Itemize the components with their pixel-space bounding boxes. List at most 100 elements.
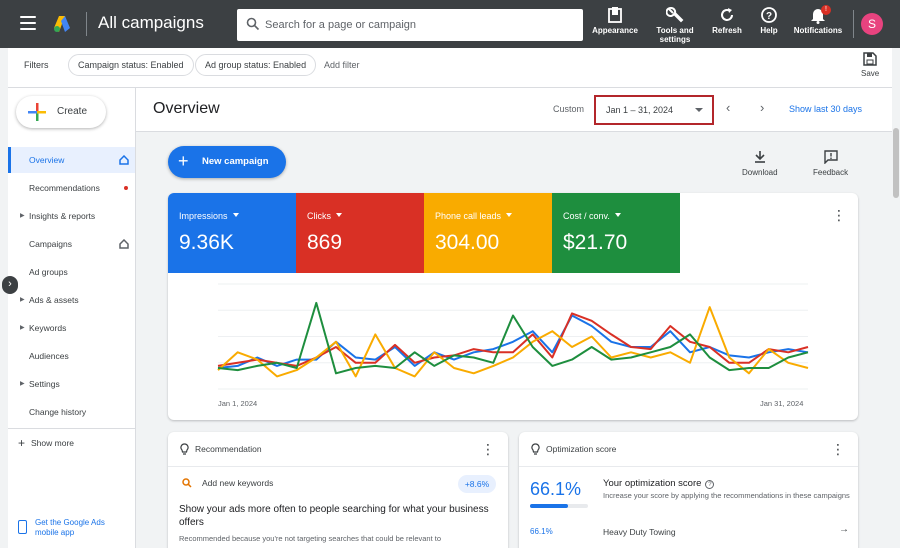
search-icon xyxy=(182,478,192,488)
add-filter-link[interactable]: Add filter xyxy=(324,60,360,70)
sidebar-item-label: Keywords xyxy=(29,323,67,333)
sidebar-item-label: Recommendations xyxy=(29,183,100,193)
appearance-button[interactable]: Appearance xyxy=(591,6,639,35)
show-more-button[interactable]: + Show more xyxy=(18,436,74,450)
help-label: Help xyxy=(760,26,778,35)
sidebar-item-label: Insights & reports xyxy=(29,211,96,221)
optimization-score-fill xyxy=(530,504,569,508)
phone-icon xyxy=(18,520,27,534)
save-button[interactable]: Save xyxy=(861,52,879,78)
collapse-sidebar-button[interactable]: › xyxy=(2,276,18,294)
notification-badge: ! xyxy=(821,5,831,15)
metric-name: Clicks xyxy=(307,211,342,221)
x-axis-start-label: Jan 1, 2024 xyxy=(218,399,258,408)
toolbar-divider xyxy=(853,10,854,38)
date-range-value: Jan 1 – 31, 2024 xyxy=(606,105,674,115)
refresh-icon xyxy=(721,8,733,21)
optimization-score-value: 66.1% xyxy=(530,479,582,499)
plus-icon: + xyxy=(18,436,26,450)
date-range-select[interactable]: Jan 1 – 31, 2024 xyxy=(594,95,714,125)
filter-bar: Filters Campaign status: Enabled Ad grou… xyxy=(8,48,892,88)
search-box[interactable] xyxy=(237,9,583,41)
notifications-button[interactable]: Notifications xyxy=(790,6,846,35)
menu-icon[interactable] xyxy=(20,16,36,30)
sidebar-item-keywords[interactable]: ▶ Keywords xyxy=(8,315,135,341)
overview-title: Overview xyxy=(153,100,220,117)
recommendation-title[interactable]: Show your ads more often to people searc… xyxy=(179,503,489,529)
chevron-right-icon[interactable]: › xyxy=(760,100,764,115)
metric-name: Impressions xyxy=(179,211,239,221)
metric-value: 869 xyxy=(307,231,343,254)
help-icon[interactable]: ? xyxy=(705,480,715,489)
filters-label[interactable]: Filters xyxy=(24,60,49,70)
avatar[interactable]: S xyxy=(861,13,883,35)
sidebar-item-audiences[interactable]: Audiences xyxy=(8,343,135,369)
sidebar-item-label: Ad groups xyxy=(29,267,68,277)
sidebar-item-change-history[interactable]: Change history xyxy=(8,399,135,425)
chevron-left-icon[interactable]: ‹ xyxy=(726,100,730,115)
expand-arrow-icon: ▶ xyxy=(20,381,25,387)
custom-label: Custom xyxy=(553,104,585,114)
uplift-badge: +8.6% xyxy=(458,475,496,493)
appearance-label: Appearance xyxy=(592,26,638,35)
more-options-icon[interactable]: ⋮ xyxy=(832,208,846,222)
sidebar-item-ads-assets[interactable]: ▶ Ads & assets xyxy=(8,287,135,313)
sidebar-item-overview[interactable]: Overview xyxy=(8,147,135,173)
metric-impressions[interactable]: Impressions 9.36K xyxy=(168,193,296,273)
series-line-0 xyxy=(217,314,809,369)
optimization-score-bar xyxy=(530,504,588,508)
mobile-app-label: Get the Google Ads mobile app xyxy=(35,518,105,537)
recommendation-header: Recommendation xyxy=(180,443,262,455)
filter-chip-campaign-status[interactable]: Campaign status: Enabled xyxy=(68,54,194,76)
notifications-label: Notifications xyxy=(793,26,843,35)
recommendation-header-label: Recommendation xyxy=(195,444,262,454)
arrow-right-icon[interactable]: → xyxy=(839,524,849,535)
more-options-icon[interactable]: ⋮ xyxy=(831,442,845,456)
metric-value: $21.70 xyxy=(563,231,628,254)
appearance-icon xyxy=(608,7,622,23)
expand-arrow-icon: ▶ xyxy=(20,297,25,303)
optimization-description: Increase your score by applying the reco… xyxy=(603,491,850,500)
search-icon xyxy=(246,17,260,31)
sidebar-item-ad-groups[interactable]: Ad groups xyxy=(8,259,135,285)
home-icon xyxy=(119,239,129,249)
alert-dot xyxy=(124,186,128,190)
scrollbar-thumb[interactable] xyxy=(893,128,899,198)
search-input[interactable] xyxy=(265,9,575,41)
google-ads-logo[interactable] xyxy=(52,14,72,34)
performance-chart-card: Impressions 9.36K Clicks 869 Phone call … xyxy=(168,193,858,420)
tools-label-1: Tools and xyxy=(656,26,694,35)
feedback-button[interactable]: Feedback xyxy=(813,150,848,177)
sidebar-item-recommendations[interactable]: Recommendations xyxy=(8,175,135,201)
refresh-button[interactable]: Refresh xyxy=(708,6,746,35)
sidebar-item-label: Audiences xyxy=(29,351,69,361)
wrench-icon xyxy=(666,7,684,23)
new-campaign-button[interactable]: + New campaign xyxy=(168,146,286,178)
help-button[interactable]: ? Help xyxy=(754,6,784,35)
recommendation-item[interactable]: Add new keywords xyxy=(182,478,273,488)
main-scrollbar[interactable] xyxy=(892,88,900,548)
save-icon xyxy=(863,52,877,66)
more-options-icon[interactable]: ⋮ xyxy=(481,442,495,456)
sidebar-item-label: Settings xyxy=(29,379,60,389)
metric-cost-per-conv[interactable]: Cost / conv. $21.70 xyxy=(552,193,680,273)
plus-icon xyxy=(28,103,46,121)
sidebar-item-settings[interactable]: ▶ Settings xyxy=(8,371,135,397)
sidebar-item-campaigns[interactable]: Campaigns xyxy=(8,231,135,257)
recommendation-item-label: Add new keywords xyxy=(202,478,274,488)
show-last-30-days-link[interactable]: Show last 30 days xyxy=(789,104,862,114)
metric-value: 9.36K xyxy=(179,231,234,254)
plus-icon: + xyxy=(178,151,189,171)
home-icon xyxy=(119,155,129,165)
campaign-name[interactable]: Heavy Duty Towing xyxy=(603,527,676,537)
metric-phone-call-leads[interactable]: Phone call leads 304.00 xyxy=(424,193,552,273)
metric-clicks[interactable]: Clicks 869 xyxy=(296,193,424,273)
filter-chip-ad-group-status[interactable]: Ad group status: Enabled xyxy=(195,54,317,76)
create-button[interactable]: Create xyxy=(16,96,106,128)
x-axis-end-label: Jan 31, 2024 xyxy=(760,399,804,408)
optimization-header-label: Optimization score xyxy=(546,444,617,454)
tools-label-2: settings xyxy=(659,35,691,44)
download-button[interactable]: Download xyxy=(742,150,778,177)
sidebar-item-insights[interactable]: ▶ Insights & reports xyxy=(8,203,135,229)
tools-settings-button[interactable]: Tools and settings xyxy=(650,6,700,44)
